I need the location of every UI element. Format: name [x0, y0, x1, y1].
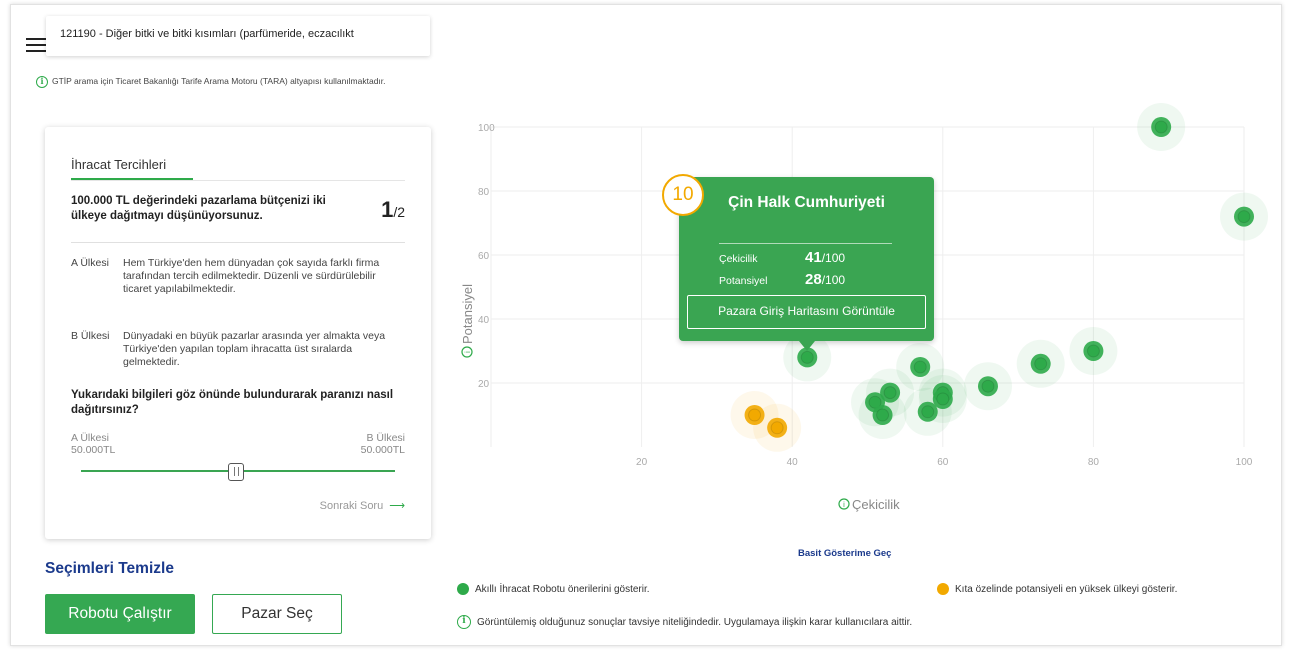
y-tick-label: 80 — [478, 187, 490, 198]
svg-text:i: i — [464, 351, 472, 353]
y-tick-label: 40 — [478, 315, 490, 326]
slider-b-labels: B Ülkesi 50.000TL — [361, 432, 405, 456]
arrow-right-icon: ⟶ — [389, 500, 405, 512]
data-point-core — [1237, 210, 1251, 224]
data-point-core — [770, 421, 784, 435]
clear-selections-button[interactable]: Seçimleri Temizle — [45, 560, 174, 578]
potential-denominator: /100 — [821, 273, 846, 287]
legend-green: Akıllı İhracat Robotu önerilerini göster… — [457, 583, 650, 595]
menu-icon[interactable] — [26, 38, 46, 52]
attractiveness-denominator: /100 — [821, 251, 846, 265]
y-tick-label: 60 — [478, 251, 490, 262]
tooltip-divider — [719, 243, 892, 244]
tooltip-attractiveness-row: Çekicilik 41 /100 — [719, 249, 899, 266]
potential-value: 28 — [805, 271, 822, 288]
option-b-label: B Ülkesi — [71, 330, 110, 342]
data-point-core — [936, 392, 950, 406]
slider-b-label: B Ülkesi — [366, 432, 405, 444]
slider-b-value: 50.000TL — [360, 444, 405, 456]
option-a: A Ülkesi Hem Türkiye'den hem dünyadan ço… — [71, 257, 405, 296]
question-text: 100.000 TL değerindeki pazarlama bütçeni… — [71, 195, 326, 222]
data-point-core — [921, 405, 935, 419]
x-tick-label: 80 — [1088, 457, 1100, 468]
legend-orange-text: Kıta özelinde potansiyeli en yüksek ülke… — [955, 583, 1178, 595]
data-point-core — [876, 408, 890, 422]
run-robot-button[interactable]: Robotu Çalıştır — [45, 594, 195, 634]
x-tick-labels: 20 40 60 80 100 — [636, 457, 1253, 468]
next-question-label: Sonraki Soru — [319, 500, 384, 512]
info-note-text: GTİP arama için Ticaret Bakanlığı Tarife… — [52, 76, 386, 86]
card-title: İhracat Tercihleri — [71, 157, 193, 180]
data-point-core — [1154, 120, 1168, 134]
view-market-entry-map-button[interactable]: Pazara Giriş Haritasını Görüntüle — [687, 295, 926, 329]
svg-text:i: i — [843, 501, 845, 509]
x-tick-label: 60 — [937, 457, 949, 468]
option-b: B Ülkesi Dünyadaki en büyük pazarlar ara… — [71, 330, 405, 369]
question-counter: 1/2 — [381, 197, 405, 223]
tara-info-note: i GTİP arama için Ticaret Bakanlığı Tari… — [36, 76, 436, 88]
orange-dot-icon — [937, 583, 949, 595]
y-tick-label: 100 — [478, 123, 495, 134]
x-tick-label: 40 — [787, 457, 799, 468]
info-icon: i — [36, 76, 48, 88]
y-tick-label: 20 — [478, 379, 490, 390]
export-preferences-card: İhracat Tercihleri 100.000 TL değerindek… — [45, 127, 431, 539]
x-axis-label: Çekicilik — [852, 497, 900, 512]
product-search-input[interactable]: 121190 - Diğer bitki ve bitki kısımları … — [46, 16, 430, 56]
data-point-core — [800, 350, 814, 364]
data-point-core — [1034, 357, 1048, 371]
option-b-text: Dünyadaki en büyük pazarlar arasında yer… — [123, 330, 386, 369]
green-dot-icon — [457, 583, 469, 595]
allocation-question: Yukarıdaki bilgileri göz önünde bulundur… — [71, 389, 394, 416]
country-tooltip: Çin Halk Cumhuriyeti Çekicilik 41 /100 P… — [679, 177, 934, 351]
tooltip-country-name: Çin Halk Cumhuriyeti — [728, 194, 885, 211]
x-tick-label: 20 — [636, 457, 648, 468]
slider-a-value: 50.000TL — [71, 444, 116, 456]
counter-current: 1 — [381, 197, 394, 222]
slider-a-labels: A Ülkesi 50.000TL — [71, 432, 115, 456]
y-axis-label: Potansiyel — [460, 284, 475, 344]
attractiveness-label: Çekicilik — [719, 253, 758, 265]
title-divider — [71, 180, 405, 181]
question-divider — [71, 242, 405, 243]
y-axis-title: i Potansiyel — [460, 284, 475, 358]
x-tick-label: 100 — [1236, 457, 1253, 468]
budget-slider-thumb[interactable] — [228, 463, 244, 481]
potential-label: Potansiyel — [719, 275, 768, 287]
data-point-core — [913, 360, 927, 374]
data-point-core — [748, 408, 762, 422]
x-axis-title: i Çekicilik — [838, 497, 900, 512]
slider-a-label: A Ülkesi — [71, 432, 109, 444]
rank-badge: 10 — [662, 174, 704, 216]
next-question-link[interactable]: Sonraki Soru ⟶ — [320, 499, 405, 512]
simple-view-link[interactable]: Basit Gösterime Geç — [798, 548, 891, 559]
disclaimer: i Görüntülemiş olduğunuz sonuçlar tavsiy… — [457, 615, 912, 629]
option-a-text: Hem Türkiye'den hem dünyadan çok sayıda … — [123, 257, 380, 296]
data-point-core — [981, 379, 995, 393]
counter-total: /2 — [393, 204, 405, 220]
info-icon: i — [457, 615, 471, 629]
select-market-button[interactable]: Pazar Seç — [212, 594, 342, 634]
data-point-core — [1086, 344, 1100, 358]
tooltip-potential-row: Potansiyel 28 /100 — [719, 271, 899, 288]
legend-orange: Kıta özelinde potansiyeli en yüksek ülke… — [937, 583, 1177, 595]
option-a-label: A Ülkesi — [71, 257, 109, 269]
y-tick-labels: 20 40 60 80 100 — [478, 123, 495, 390]
disclaimer-text: Görüntülemiş olduğunuz sonuçlar tavsiye … — [477, 616, 913, 628]
attractiveness-value: 41 — [805, 249, 822, 266]
data-point-core — [883, 386, 897, 400]
legend-green-text: Akıllı İhracat Robotu önerilerini göster… — [475, 583, 650, 595]
